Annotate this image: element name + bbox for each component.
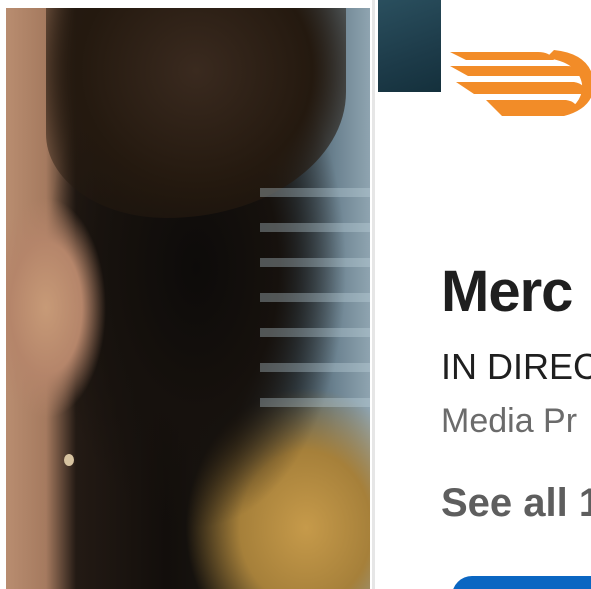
photo-blind-slat bbox=[260, 258, 370, 267]
photo-blind-slat bbox=[260, 328, 370, 337]
profile-photo[interactable] bbox=[6, 8, 370, 589]
photo-hair-region bbox=[46, 8, 346, 218]
page: Merc IN DIREC Media Pr See all 1 bbox=[0, 0, 591, 589]
company-name[interactable]: Merc bbox=[441, 258, 573, 325]
winged-logo-icon bbox=[450, 50, 591, 116]
photo-blind-slat bbox=[260, 398, 370, 407]
see-all-link[interactable]: See all 1 bbox=[441, 481, 591, 526]
primary-action-button[interactable] bbox=[452, 576, 591, 589]
company-status: IN DIREC bbox=[441, 346, 591, 387]
photo-blind-slat bbox=[260, 363, 370, 372]
cover-thumbnail[interactable] bbox=[378, 0, 441, 92]
photo-blind-slat bbox=[260, 188, 370, 197]
panel-divider bbox=[372, 0, 375, 589]
company-category: Media Pr bbox=[441, 402, 578, 440]
photo-blind-slat bbox=[260, 293, 370, 302]
photo-earring bbox=[64, 454, 74, 466]
photo-blind-slat bbox=[260, 223, 370, 232]
